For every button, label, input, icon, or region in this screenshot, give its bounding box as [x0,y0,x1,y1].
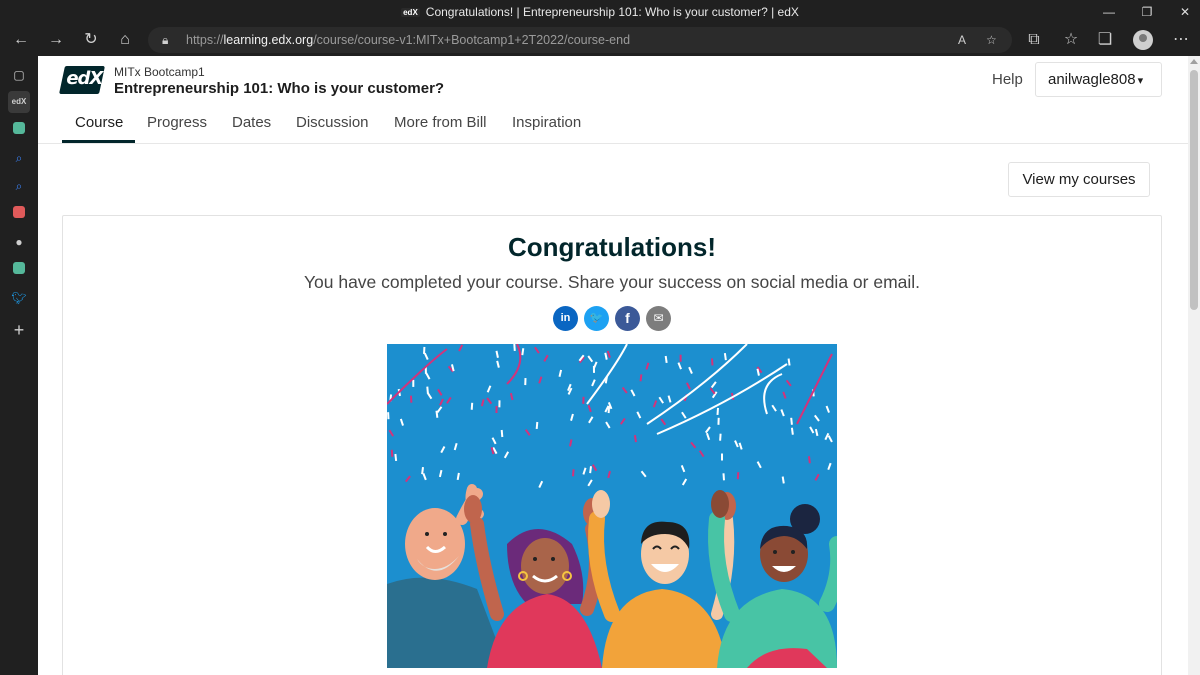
url-path: /course/course-v1:MITx+Bootcamp1+2T2022/… [313,33,631,47]
sidebar-chatgpt-icon[interactable] [8,119,30,141]
edx-favicon-icon: edX [401,8,420,17]
confetti-piece [721,453,723,461]
sidebar-search-2-icon[interactable]: ⌕ [8,175,30,197]
favorite-add-icon[interactable]: ☆ [986,27,997,53]
congratulations-heading: Congratulations! [508,232,716,262]
window-title-text: Congratulations! | Entrepreneurship 101:… [425,5,799,19]
profile-avatar-icon[interactable] [1133,30,1153,50]
confetti-piece [679,354,682,362]
sidebar-gmail-icon[interactable] [8,203,30,225]
confetti-piece [410,395,413,403]
username: anilwagle808 [1048,71,1136,88]
email-share-icon[interactable]: ✉ [646,306,671,331]
sidebar-search-icon[interactable]: ⌕ [8,147,30,169]
course-org: MITx Bootcamp1 [114,65,205,79]
view-my-courses-button[interactable]: View my courses [1008,162,1150,197]
lock-icon: 🔒︎ [162,33,169,47]
facebook-share-icon[interactable]: f [615,306,640,331]
confetti-piece [423,346,426,354]
tab-actions-icon[interactable]: ▢ [8,64,30,86]
url-host: learning.edx.org [223,33,314,47]
confetti-piece [498,400,501,408]
confetti-piece [495,405,498,414]
confetti-piece [592,365,596,373]
browser-toolbar: ← → ↻ ⌂ 🔒︎ https://learning.edx.org/cour… [0,24,1200,56]
celebration-card: Congratulations! You have completed your… [62,215,1162,675]
address-bar[interactable]: 🔒︎ https://learning.edx.org/course/cours… [148,27,1012,53]
page-viewport: edX MITx Bootcamp1 Entrepreneurship 101:… [38,56,1188,675]
confetti-piece [387,412,390,420]
completion-message: You have completed your course. Share yo… [303,272,921,292]
home-icon[interactable]: ⌂ [112,28,138,52]
celebration-illustration [387,344,837,668]
edx-logo-text: edX [66,68,103,89]
tab-dates[interactable]: Dates [232,104,271,143]
refresh-icon[interactable]: ↻ [78,28,104,52]
help-link[interactable]: Help [992,71,1023,88]
chevron-down-icon: ▾ [1137,75,1144,87]
confetti-piece [524,378,527,386]
tab-progress[interactable]: Progress [147,104,207,143]
collections-icon[interactable]: ❏ [1092,28,1118,52]
read-aloud-icon[interactable]: A [958,27,966,53]
extensions-icon[interactable]: ⧉ [1021,28,1047,52]
close-button[interactable]: ✕ [1162,0,1200,24]
sidebar-add-icon[interactable]: + [8,319,30,341]
tab-inspiration[interactable]: Inspiration [512,104,581,143]
window-title: edX Congratulations! | Entrepreneurship 1… [0,5,1200,19]
sidebar-twitter-icon[interactable]: 🐦︎ [8,287,30,309]
tab-more-from-bill[interactable]: More from Bill [394,104,487,143]
scrollbar-thumb[interactable] [1190,70,1198,310]
confetti-piece [582,396,585,404]
more-menu-icon[interactable]: ⋯ [1168,28,1194,52]
browser-sidebar: ▢ edX ⌕ ⌕ ● 🐦︎ + [0,56,38,675]
twitter-share-icon[interactable]: 🐦 [584,306,609,331]
user-menu-button[interactable]: anilwagle808 ▾ [1035,62,1162,97]
edx-logo[interactable]: edX [59,66,105,94]
confetti-piece [412,379,415,387]
favorites-icon[interactable]: ☆ [1058,28,1084,52]
nav-divider [38,143,1188,144]
page-scrollbar[interactable] [1188,56,1200,675]
sidebar-chatgpt-2-icon[interactable] [8,259,30,281]
tab-discussion[interactable]: Discussion [296,104,369,143]
back-arrow-icon[interactable]: ← [8,28,34,52]
sidebar-edx-icon[interactable]: edX [8,91,30,113]
tab-course[interactable]: Course [62,104,135,143]
share-buttons: in 🐦 f ✉ [553,306,673,332]
confetti-piece [717,417,720,425]
sidebar-github-icon[interactable]: ● [8,231,30,253]
url-prefix: https:// [186,33,224,47]
browser-title-bar: edX Congratulations! | Entrepreneurship 1… [0,0,1200,24]
scroll-up-arrow-icon[interactable] [1190,59,1198,64]
course-title: Entrepreneurship 101: Who is your custom… [114,80,445,97]
linkedin-share-icon[interactable]: in [553,306,578,331]
forward-arrow-icon[interactable]: → [43,28,69,52]
